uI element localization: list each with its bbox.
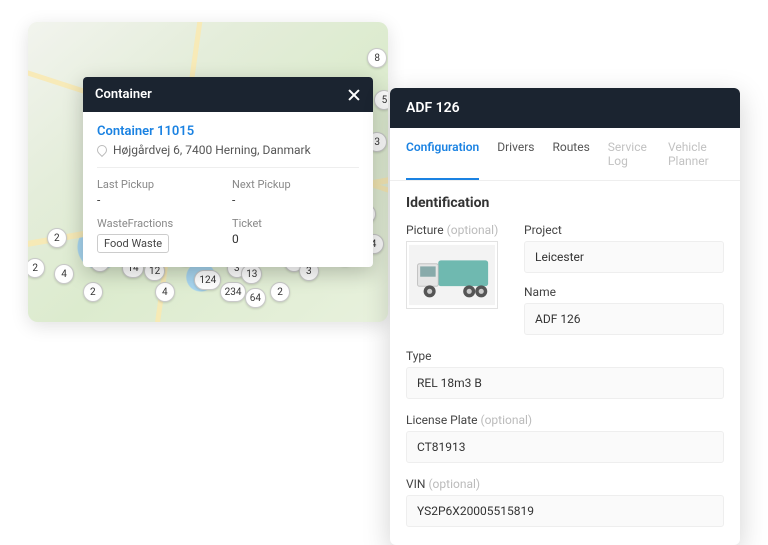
truck-icon: [409, 244, 495, 306]
tab-configuration[interactable]: Configuration: [406, 128, 479, 180]
map-marker[interactable]: 234: [220, 282, 247, 302]
waste-fractions-label: WasteFractions: [97, 217, 224, 230]
map-marker[interactable]: 5: [374, 90, 388, 110]
map-marker[interactable]: 2: [270, 282, 290, 302]
vehicle-panel: ADF 126 Configuration Drivers Routes Ser…: [390, 88, 740, 545]
location-pin-icon: [95, 143, 109, 157]
popup-title: Container: [95, 87, 152, 102]
identification-heading: Identification: [406, 195, 724, 211]
name-input[interactable]: ADF 126: [524, 303, 724, 335]
last-pickup-label: Last Pickup: [97, 178, 224, 191]
ticket-value: 0: [232, 232, 359, 246]
license-plate-label: License Plate (optional): [406, 413, 724, 427]
license-plate-input[interactable]: CT81913: [406, 431, 724, 463]
project-input[interactable]: Leicester: [524, 241, 724, 273]
vehicle-tabs: Configuration Drivers Routes Service Log…: [390, 128, 740, 181]
container-popup: Container Container 11015 Højgårdvej 6, …: [83, 77, 373, 267]
map-marker[interactable]: 4: [54, 264, 74, 284]
map-card: 2243221412451243234641324243224423258123…: [28, 22, 388, 322]
type-input[interactable]: REL 18m3 B: [406, 367, 724, 399]
tab-drivers[interactable]: Drivers: [497, 128, 534, 180]
tab-vehicle-planner[interactable]: Vehicle Planner: [668, 128, 724, 180]
next-pickup-label: Next Pickup: [232, 178, 359, 191]
container-link[interactable]: Container 11015: [97, 124, 359, 139]
vehicle-header: ADF 126: [390, 88, 740, 128]
vehicle-picture[interactable]: [406, 241, 498, 309]
popup-header: Container: [83, 77, 373, 112]
map-marker[interactable]: 2: [83, 282, 103, 302]
map-marker[interactable]: 124: [194, 270, 221, 290]
vin-input[interactable]: YS2P6X20005515819: [406, 495, 724, 527]
ticket-label: Ticket: [232, 217, 359, 230]
waste-tag[interactable]: Food Waste: [97, 234, 169, 253]
next-pickup-value: -: [232, 193, 359, 207]
map-marker[interactable]: 2: [47, 228, 67, 248]
map-marker[interactable]: 64: [245, 288, 266, 308]
project-label: Project: [524, 223, 724, 237]
tab-routes[interactable]: Routes: [552, 128, 589, 180]
last-pickup-value: -: [97, 193, 224, 207]
name-label: Name: [524, 285, 724, 299]
close-icon[interactable]: [347, 88, 361, 102]
container-address: Højgårdvej 6, 7400 Herning, Danmark: [113, 143, 311, 157]
vin-label: VIN (optional): [406, 477, 724, 491]
map-marker[interactable]: 4: [155, 282, 175, 302]
picture-label: Picture (optional): [406, 223, 506, 237]
type-label: Type: [406, 349, 724, 363]
tab-service-log[interactable]: Service Log: [608, 128, 650, 180]
